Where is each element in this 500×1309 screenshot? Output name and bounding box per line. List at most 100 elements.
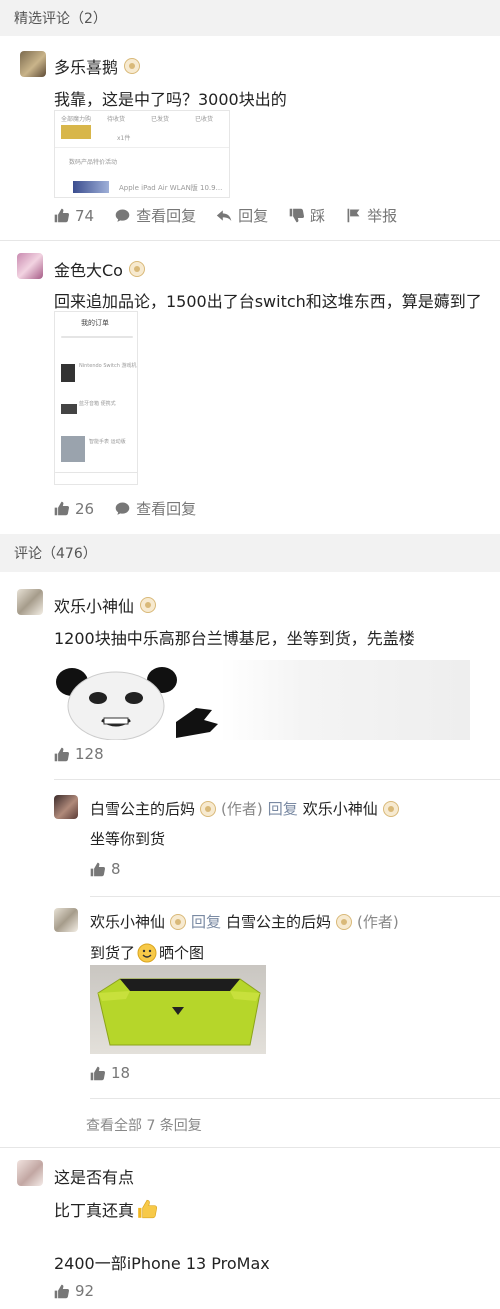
comment-user-row: 多乐喜鹅 (54, 54, 141, 78)
reply-target-user[interactable]: 欢乐小神仙 (303, 798, 378, 819)
comment-actions: 26 查看回复 (53, 498, 216, 519)
screenshot-ipad-thumb (73, 181, 109, 193)
chat-bubble-icon (115, 209, 130, 222)
panda-meme-icon (56, 667, 218, 741)
level-badge-icon (382, 800, 399, 817)
reply-button[interactable]: 回复 (216, 205, 268, 226)
report-button[interactable]: 举报 (345, 205, 397, 226)
comment-text: 比丁真还真 (54, 1197, 158, 1221)
thumbs-up-emoji-icon (138, 1199, 158, 1219)
author-tag: (作者) (357, 913, 399, 931)
dislike-button[interactable]: 踩 (288, 205, 325, 226)
avatar[interactable] (17, 253, 43, 279)
comment-user-row: 欢乐小神仙 (54, 593, 157, 617)
avatar[interactable] (17, 1160, 43, 1186)
like-count: 26 (75, 499, 95, 518)
view-replies-button[interactable]: 查看回复 (114, 498, 196, 519)
thumbs-up-icon (54, 747, 70, 761)
avatar[interactable] (17, 589, 43, 615)
screenshot-tab: 已收货 (195, 116, 214, 123)
level-badge-icon (140, 597, 157, 613)
screenshot-divider (61, 336, 133, 338)
level-badge-icon (128, 261, 145, 277)
comment-actions: 74 查看回复 回复 踩 举报 (53, 205, 417, 226)
comment-text-line: 比丁真还真 (54, 1201, 135, 1220)
screenshot-row-label: 蓝牙音箱 便携式 (79, 401, 116, 407)
screenshot-product-name: Apple iPad Air WLAN版 10.9... (119, 184, 223, 192)
divider (54, 779, 500, 780)
like-count: 128 (75, 745, 104, 763)
level-badge-icon (336, 913, 353, 930)
like-count: 92 (75, 1282, 95, 1300)
reply-label: 回复 (238, 207, 269, 225)
screenshot-title: 我的订单 (81, 319, 109, 327)
flag-icon (347, 208, 360, 223)
like-button[interactable]: 26 (53, 500, 94, 518)
username[interactable]: 欢乐小神仙 (54, 593, 134, 617)
reply-text-part: 到货了 (90, 944, 136, 962)
meme-sticker-image[interactable] (54, 660, 470, 741)
comment-attached-screenshot[interactable]: 全部魔力购 待收货 已发货 已收货 x1件 数码产品特价活动 Apple iPa… (54, 110, 230, 198)
comment-text: 我靠，这是中了吗？3000块出的 (54, 90, 287, 109)
avatar[interactable] (20, 51, 46, 77)
screenshot-divider (55, 147, 229, 148)
divider (0, 1147, 500, 1148)
reply-photo-image[interactable] (90, 965, 266, 1054)
divider (90, 1098, 500, 1099)
reply-word: 回复 (267, 800, 298, 818)
thumbs-up-icon (54, 1284, 70, 1298)
view-all-replies-link[interactable]: 查看全部 7 条回复 (86, 1115, 202, 1135)
like-button[interactable]: 92 (53, 1282, 94, 1300)
screenshot-tabbar-line (55, 472, 137, 473)
thumbs-up-icon (54, 208, 70, 223)
view-replies-label: 查看回复 (136, 500, 197, 518)
level-badge-icon (124, 58, 141, 74)
username[interactable]: 这是否有点 (54, 1164, 134, 1188)
screenshot-product-thumb (61, 125, 91, 139)
report-label: 举报 (367, 207, 398, 225)
screenshot-product-thumb (61, 436, 85, 462)
username[interactable]: 多乐喜鹅 (54, 54, 118, 78)
screenshot-tab: 待收货 (107, 116, 126, 123)
avatar[interactable] (54, 795, 78, 819)
like-button[interactable]: 18 (89, 1064, 130, 1082)
thumbs-up-icon (90, 1066, 106, 1080)
comment-text: 回来追加品论，1500出了台switch和这堆东西，算是薅到了 (54, 292, 482, 311)
reply-text: 坐等你到货 (90, 830, 166, 848)
smile-emoji-icon (137, 943, 157, 962)
like-button[interactable]: 128 (53, 745, 104, 763)
comment-text: 1200块抽中乐高那台兰博基尼，坐等到货，先盖楼 (54, 629, 415, 648)
screenshot-row-label: 智能手表 运动版 (89, 439, 126, 445)
thumbs-up-icon (54, 501, 70, 516)
green-product-box-icon (97, 978, 261, 1046)
chat-bubble-icon (115, 502, 130, 515)
screenshot-row-label: Nintendo Switch 游戏机 (79, 363, 137, 369)
comment-actions: 92 (53, 1282, 114, 1300)
thumbs-down-icon (289, 208, 305, 223)
username[interactable]: 欢乐小神仙 (90, 911, 165, 932)
reply-user-row: 欢乐小神仙 回复 白雪公主的后妈 (作者) (90, 911, 399, 932)
reply-target-user[interactable]: 白雪公主的后妈 (226, 911, 331, 932)
thumbs-up-icon (90, 862, 106, 876)
reply-user-row: 白雪公主的后妈 (作者) 回复 欢乐小神仙 (90, 798, 399, 819)
reply-actions: 8 (89, 860, 141, 878)
username[interactable]: 白雪公主的后妈 (90, 798, 195, 819)
reply-word: 回复 (191, 913, 222, 931)
screenshot-product-thumb (61, 364, 75, 382)
reply-text: 到货了 晒个图 (90, 942, 204, 963)
username[interactable]: 金色大Co (54, 257, 123, 281)
screenshot-tab: 已发货 (151, 116, 170, 123)
comment-user-row: 金色大Co (54, 257, 145, 281)
screenshot-label: x1件 (117, 135, 131, 142)
level-badge-icon (200, 800, 217, 817)
like-button[interactable]: 8 (89, 860, 121, 878)
like-count: 74 (75, 206, 95, 225)
author-tag: (作者) (221, 800, 263, 818)
comment-attached-screenshot[interactable]: 我的订单 Nintendo Switch 游戏机 蓝牙音箱 便携式 智能手表 运… (54, 311, 138, 485)
like-button[interactable]: 74 (53, 207, 94, 225)
divider (90, 896, 500, 897)
view-replies-button[interactable]: 查看回复 (114, 205, 196, 226)
comment-actions: 128 (53, 745, 124, 763)
avatar[interactable] (54, 908, 78, 932)
level-badge-icon (170, 913, 187, 930)
